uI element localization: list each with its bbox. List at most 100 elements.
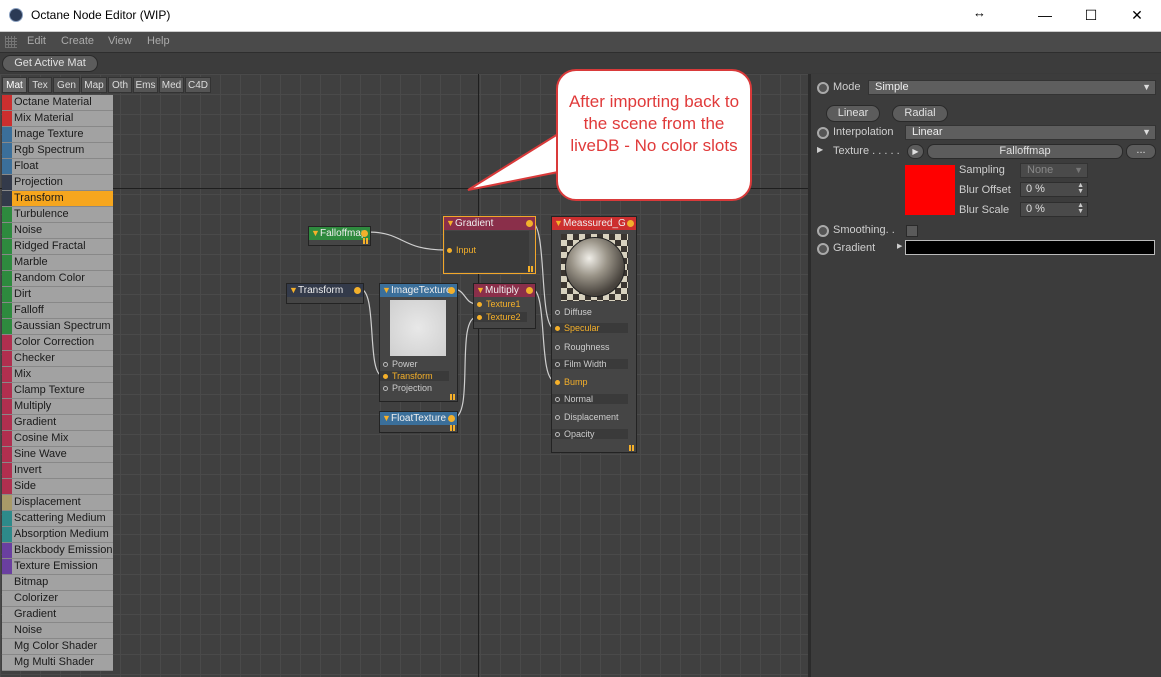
node-list-item[interactable]: Gradient [2,415,113,431]
node-list-item[interactable]: Invert [2,463,113,479]
port-displacement[interactable]: Displacement [552,412,619,422]
port-power[interactable]: Power [380,359,418,369]
node-list-item[interactable]: Blackbody Emission [2,543,113,559]
node-list-item[interactable]: Bitmap [2,575,113,591]
node-list-item[interactable]: Checker [2,351,113,367]
node-list-item[interactable]: Noise [2,223,113,239]
mode-dropdown[interactable]: Simple ▼ [868,80,1156,95]
minimize-button[interactable]: — [1022,4,1068,26]
node-falloffmap[interactable]: ▼ Falloffmap [308,226,371,246]
gradient-radio[interactable] [817,243,829,255]
blur-scale-field[interactable]: 0 % ▲ ▼ [1020,202,1088,217]
node-list-item[interactable]: Clamp Texture [2,383,113,399]
tab-c4d[interactable]: C4D [185,77,211,93]
output-port[interactable] [361,230,368,237]
close-button[interactable]: ✕ [1114,4,1160,26]
tab-mat[interactable]: Mat [2,77,27,93]
interpolation-dropdown[interactable]: Linear ▼ [905,125,1156,140]
node-list-item[interactable]: Color Correction [2,335,113,351]
node-gradient[interactable]: ▼ Gradient Input [443,216,536,274]
node-list-item[interactable]: Projection [2,175,113,191]
port-roughness[interactable]: Roughness [552,342,610,352]
maximize-button[interactable]: ☐ [1068,4,1114,26]
collapse-icon[interactable]: ▼ [382,412,391,425]
mode-radio[interactable] [817,82,829,94]
output-port[interactable] [526,220,533,227]
spinner-arrows-icon[interactable]: ▲ ▼ [1077,182,1084,195]
node-list-item[interactable]: Texture Emission [2,559,113,575]
texture-link-button[interactable]: ▶ [907,144,924,159]
node-float-texture[interactable]: ▼ FloatTexture [379,411,458,433]
node-transform[interactable]: ▼ Transform [286,283,364,304]
port-bump[interactable]: Bump [552,377,588,387]
node-list-item[interactable]: Cosine Mix [2,431,113,447]
tab-gen[interactable]: Gen [53,77,80,93]
port-film-width[interactable]: Film Width [552,359,628,369]
resize-handle[interactable] [450,425,456,431]
node-list-item[interactable]: Side [2,479,113,495]
node-list-item[interactable]: Mix [2,367,113,383]
get-active-mat-button[interactable]: Get Active Mat [2,55,98,72]
grip-icon[interactable] [5,36,17,48]
resize-handle[interactable] [629,445,635,451]
node-list-item[interactable]: Float [2,159,113,175]
texture-falloffmap-button[interactable]: Falloffmap [927,144,1123,159]
resize-handle[interactable] [528,266,534,272]
output-port[interactable] [627,220,634,227]
node-list-item[interactable]: Mg Color Shader [2,639,113,655]
node-list-item[interactable]: Ridged Fractal [2,239,113,255]
node-list-item[interactable]: Gaussian Spectrum [2,319,113,335]
node-list-item[interactable]: Noise [2,623,113,639]
node-list-item[interactable]: Gradient [2,607,113,623]
collapse-icon[interactable]: ▼ [446,217,455,230]
port-normal[interactable]: Normal [552,394,628,404]
resize-handle[interactable] [450,394,456,400]
node-image-texture[interactable]: ▼ ImageTexture Power Transform Projectio… [379,283,458,402]
node-list-item[interactable]: Random Color [2,271,113,287]
tab-ems[interactable]: Ems [133,77,158,93]
smoothing-checkbox[interactable] [906,225,918,237]
port-input[interactable]: Input [444,245,476,255]
linear-button[interactable]: Linear [826,105,880,122]
node-list-item[interactable]: Scattering Medium [2,511,113,527]
expand-triangle-icon[interactable]: ▶ [897,242,902,250]
port-projection[interactable]: Projection [380,383,432,393]
node-list-item[interactable]: Mg Multi Shader [2,655,113,671]
collapse-icon[interactable]: ▼ [289,284,298,297]
menu-view[interactable]: View [108,35,132,47]
radial-button[interactable]: Radial [892,105,948,122]
output-port[interactable] [526,287,533,294]
port-texture2[interactable]: Texture2 [474,312,527,322]
port-diffuse[interactable]: Diffuse [552,307,592,317]
port-specular[interactable]: Specular [552,323,628,333]
menu-edit[interactable]: Edit [27,35,46,47]
node-list-item[interactable]: Sine Wave [2,447,113,463]
collapse-icon[interactable]: ▼ [476,284,485,297]
menu-create[interactable]: Create [61,35,94,47]
node-list-item[interactable]: Multiply [2,399,113,415]
tab-tex[interactable]: Tex [28,77,52,93]
resize-arrows-icon[interactable]: ↔ [973,5,986,20]
node-list-item[interactable]: Turbulence [2,207,113,223]
expand-triangle-icon[interactable]: ▶ [817,145,823,154]
collapse-icon[interactable]: ▼ [382,284,391,297]
node-list-item[interactable]: Rgb Spectrum [2,143,113,159]
node-list-item[interactable]: Marble [2,255,113,271]
sampling-dropdown[interactable]: None ▼ [1020,163,1088,178]
node-list-item[interactable]: Image Texture [2,127,113,143]
color-swatch[interactable] [905,165,955,215]
interpolation-radio[interactable] [817,127,829,139]
port-opacity[interactable]: Opacity [552,429,628,439]
node-list-item[interactable]: Absorption Medium [2,527,113,543]
output-port[interactable] [448,415,455,422]
menu-help[interactable]: Help [147,35,170,47]
node-list-item[interactable]: Mix Material [2,111,113,127]
tab-oth[interactable]: Oth [108,77,132,93]
node-list-item[interactable]: Falloff [2,303,113,319]
spinner-arrows-icon[interactable]: ▲ ▼ [1077,202,1084,215]
tab-map[interactable]: Map [81,77,107,93]
resize-handle[interactable] [363,238,369,244]
collapse-icon[interactable]: ▼ [311,227,320,240]
port-transform[interactable]: Transform [380,371,449,381]
node-list-item[interactable]: Displacement [2,495,113,511]
